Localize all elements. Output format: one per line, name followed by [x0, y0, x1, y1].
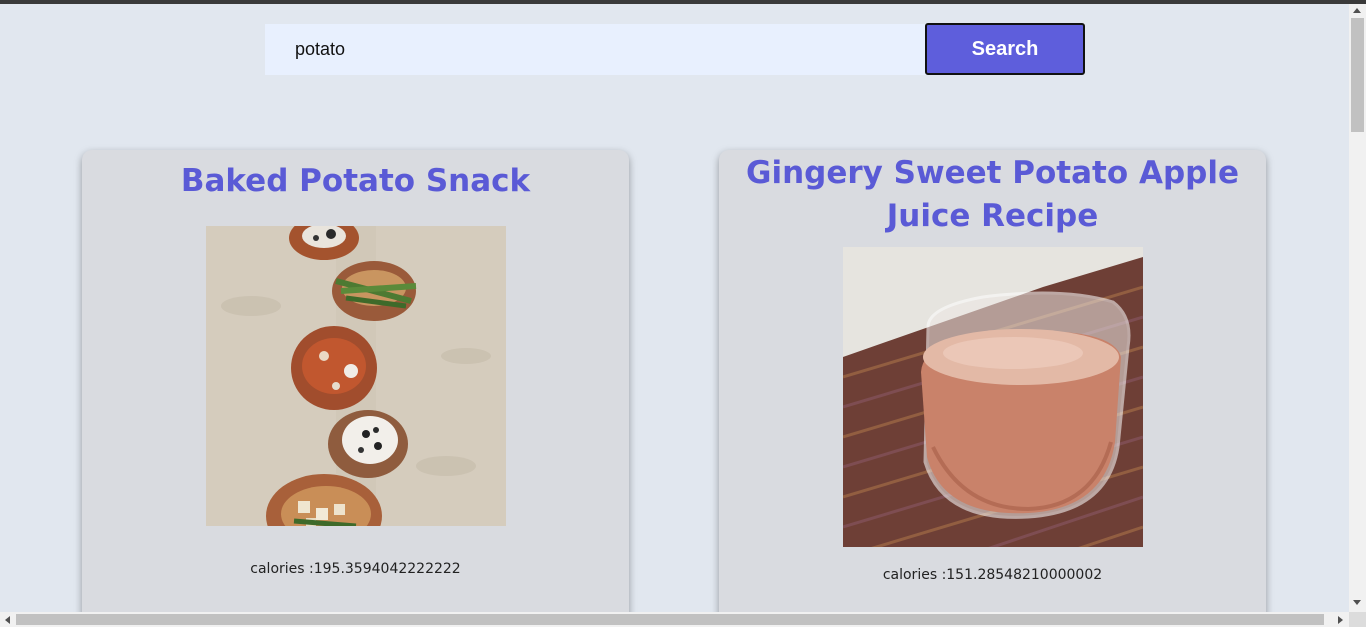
vertical-scrollbar[interactable]: [1349, 4, 1366, 612]
search-bar: Search: [265, 23, 1085, 76]
scrollbar-corner: [1349, 612, 1366, 627]
search-button[interactable]: Search: [925, 23, 1085, 75]
scroll-up-arrow-icon[interactable]: [1353, 8, 1361, 13]
juice-glass-image: [842, 247, 1143, 547]
calories-text: calories :195.3594042222222: [250, 561, 461, 577]
scroll-left-arrow-icon[interactable]: [5, 616, 10, 624]
recipe-title[interactable]: Baked Potato Snack: [82, 160, 629, 203]
baked-potatoes-image: [205, 226, 506, 526]
scroll-right-arrow-icon[interactable]: [1338, 616, 1343, 624]
search-input[interactable]: [265, 24, 927, 75]
horizontal-scroll-thumb[interactable]: [16, 614, 1324, 625]
scroll-down-arrow-icon[interactable]: [1353, 600, 1361, 605]
browser-top-bar: [0, 0, 1366, 4]
vertical-scroll-thumb[interactable]: [1351, 18, 1364, 132]
horizontal-scrollbar[interactable]: [0, 612, 1349, 627]
recipe-card: Gingery Sweet Potato Apple Juice Recipe: [719, 150, 1266, 627]
recipe-title[interactable]: Gingery Sweet Potato Apple Juice Recipe: [719, 152, 1266, 238]
calories-text: calories :151.28548210000002: [882, 567, 1103, 583]
recipe-card: Baked Potato Snack calories:195.3594042…: [82, 150, 629, 627]
